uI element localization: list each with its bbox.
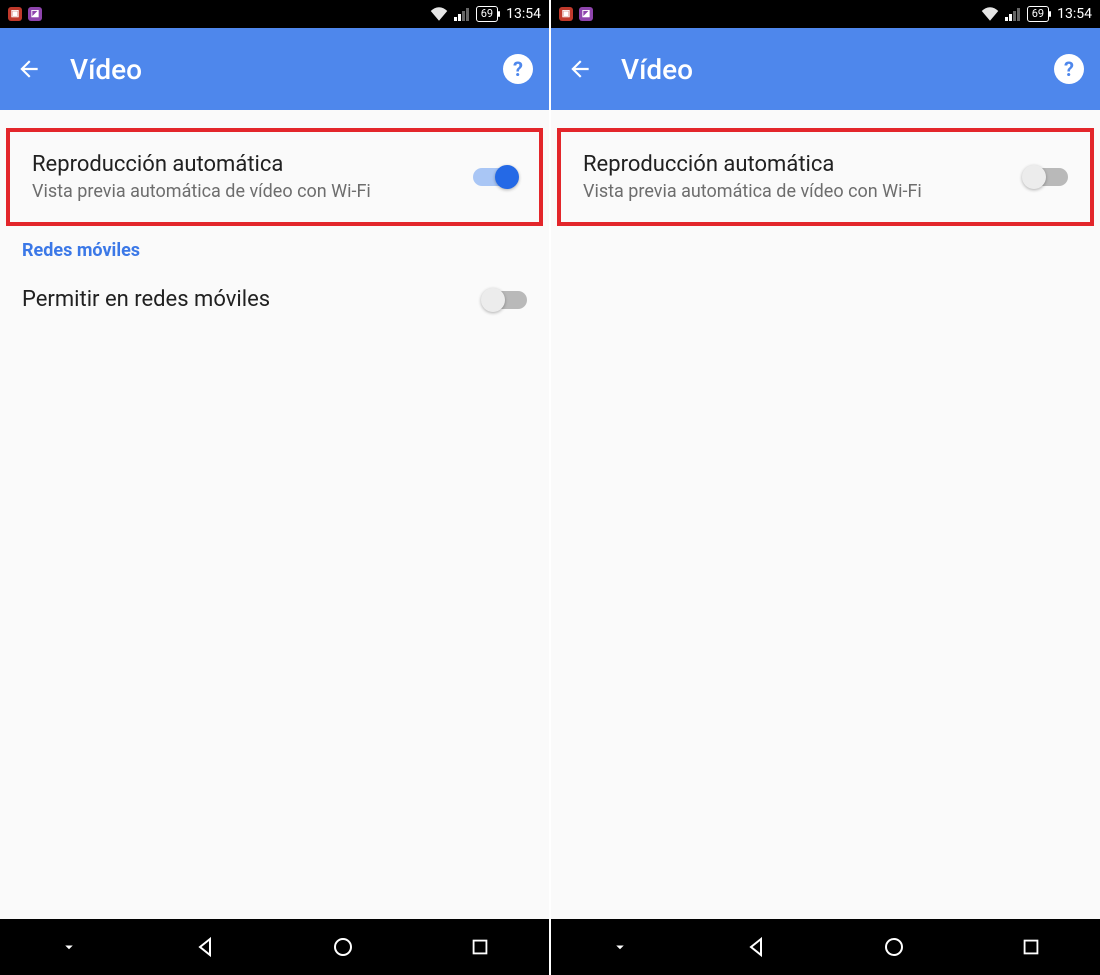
notification-record-icon: ▣ (559, 7, 573, 21)
mobile-setting-row[interactable]: Permitir en redes móviles (0, 267, 549, 332)
mobile-title: Permitir en redes móviles (22, 287, 483, 312)
app-bar: Vídeo ? (551, 28, 1100, 110)
autoplay-title: Reproducción automática (32, 152, 473, 177)
app-bar: Vídeo ? (0, 28, 549, 110)
phone-right: ▣ ◪ 69 13:54 Vídeo ? (549, 0, 1100, 975)
autoplay-setting-row[interactable]: Reproducción automática Vista previa aut… (561, 132, 1090, 222)
nav-recent-icon[interactable] (1007, 923, 1055, 971)
notification-app-icon: ◪ (579, 7, 593, 21)
help-icon[interactable]: ? (1054, 54, 1084, 84)
mobile-toggle[interactable] (483, 291, 527, 309)
back-arrow-icon[interactable] (16, 56, 42, 82)
phone-left: ▣ ◪ 69 13:54 Vídeo ? (0, 0, 549, 975)
back-arrow-icon[interactable] (567, 56, 593, 82)
page-title: Vídeo (621, 53, 1054, 86)
autoplay-title: Reproducción automática (583, 152, 1024, 177)
signal-icon (454, 7, 470, 21)
highlight-annotation: Reproducción automática Vista previa aut… (6, 128, 543, 226)
nav-recent-icon[interactable] (456, 923, 504, 971)
section-header-mobile: Redes móviles (0, 226, 549, 267)
settings-content: Reproducción automática Vista previa aut… (0, 110, 549, 919)
status-bar: ▣ ◪ 69 13:54 (0, 0, 549, 28)
clock: 13:54 (1057, 6, 1092, 22)
autoplay-toggle[interactable] (1024, 168, 1068, 186)
highlight-annotation: Reproducción automática Vista previa aut… (557, 128, 1094, 226)
wifi-icon (981, 7, 999, 21)
settings-content: Reproducción automática Vista previa aut… (551, 110, 1100, 919)
system-nav-bar (551, 919, 1100, 975)
nav-chevron-down-icon[interactable] (596, 923, 644, 971)
nav-home-icon[interactable] (319, 923, 367, 971)
page-title: Vídeo (70, 53, 503, 86)
nav-back-icon[interactable] (733, 923, 781, 971)
battery-indicator: 69 (476, 6, 498, 22)
battery-indicator: 69 (1027, 6, 1049, 22)
signal-icon (1005, 7, 1021, 21)
status-bar: ▣ ◪ 69 13:54 (551, 0, 1100, 28)
notification-app-icon: ◪ (28, 7, 42, 21)
help-icon[interactable]: ? (503, 54, 533, 84)
autoplay-subtitle: Vista previa automática de vídeo con Wi-… (32, 181, 473, 202)
notification-record-icon: ▣ (8, 7, 22, 21)
nav-home-icon[interactable] (870, 923, 918, 971)
autoplay-setting-row[interactable]: Reproducción automática Vista previa aut… (10, 132, 539, 222)
nav-chevron-down-icon[interactable] (45, 923, 93, 971)
autoplay-subtitle: Vista previa automática de vídeo con Wi-… (583, 181, 1024, 202)
nav-back-icon[interactable] (182, 923, 230, 971)
wifi-icon (430, 7, 448, 21)
autoplay-toggle[interactable] (473, 168, 517, 186)
system-nav-bar (0, 919, 549, 975)
clock: 13:54 (506, 6, 541, 22)
